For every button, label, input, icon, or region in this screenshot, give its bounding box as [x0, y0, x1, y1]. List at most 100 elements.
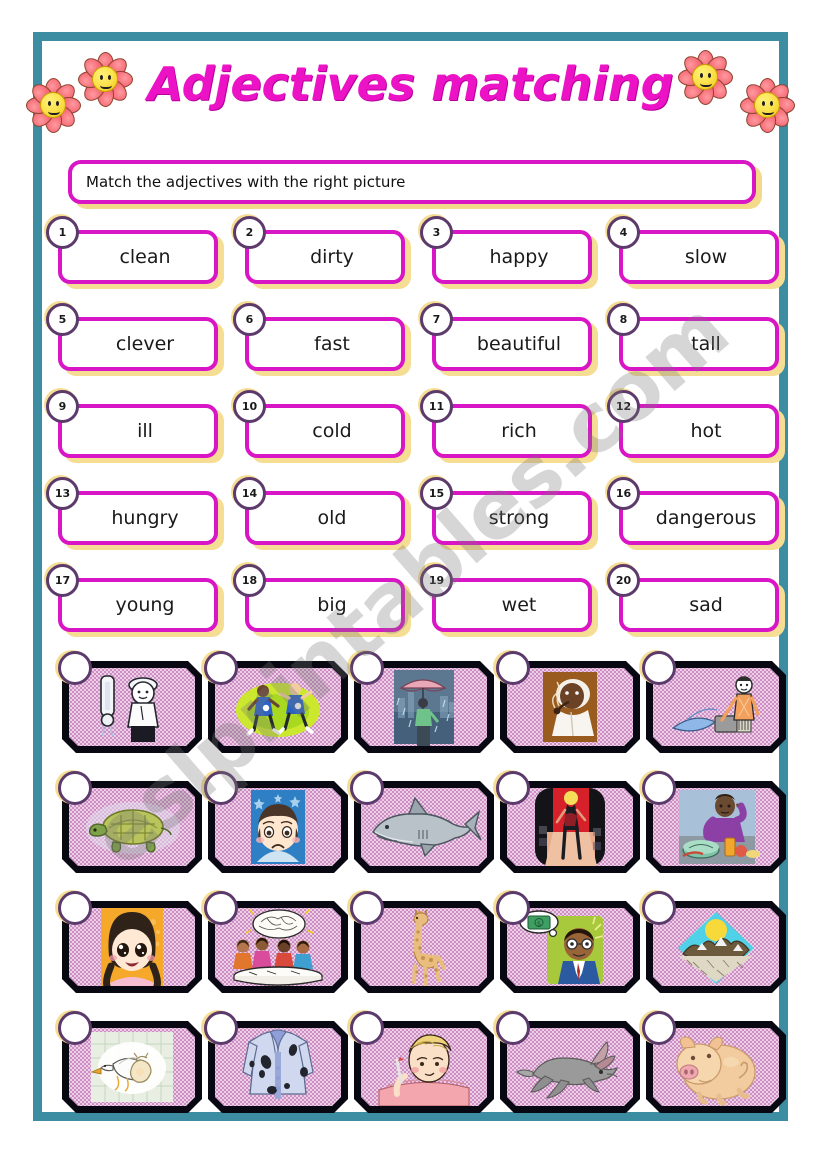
- word-card-wet[interactable]: wet 19: [420, 564, 598, 637]
- word-card-box[interactable]: slow: [619, 230, 779, 284]
- answer-circle[interactable]: [496, 771, 530, 805]
- word-card-rich[interactable]: rich 11: [420, 390, 598, 463]
- word-card-box[interactable]: happy: [432, 230, 592, 284]
- word-card-box[interactable]: wet: [432, 578, 592, 632]
- answer-circle[interactable]: [58, 891, 92, 925]
- rich-man-money-thought-icon: $: [519, 910, 604, 984]
- answer-circle[interactable]: [58, 1011, 92, 1045]
- picture-card[interactable]: [350, 771, 494, 875]
- picture-card[interactable]: [58, 651, 202, 755]
- word-card-big[interactable]: big 18: [233, 564, 411, 637]
- word-card-box[interactable]: sad: [619, 578, 779, 632]
- answer-circle[interactable]: [496, 891, 530, 925]
- answer-circle[interactable]: [350, 651, 384, 685]
- instruction-box: Match the adjectives with the right pict…: [68, 160, 756, 204]
- word-card-fast[interactable]: fast 6: [233, 303, 411, 376]
- instruction-bar: Match the adjectives with the right pict…: [68, 160, 762, 209]
- picture-card[interactable]: [58, 771, 202, 875]
- answer-circle[interactable]: [204, 891, 238, 925]
- answer-circle[interactable]: [204, 1011, 238, 1045]
- word-card-box[interactable]: hungry: [58, 491, 218, 545]
- word-card-sad[interactable]: sad 20: [607, 564, 785, 637]
- word-card-box[interactable]: big: [245, 578, 405, 632]
- picture-card[interactable]: [204, 771, 348, 875]
- word-card-clever[interactable]: clever 5: [46, 303, 224, 376]
- word-number-badge: 12: [607, 390, 640, 423]
- word-card-box[interactable]: rich: [432, 404, 592, 458]
- answer-circle[interactable]: [642, 651, 676, 685]
- flower-icon: [739, 77, 795, 133]
- word-card-dirty[interactable]: dirty 2: [233, 216, 411, 289]
- word-card-dangerous[interactable]: dangerous 16: [607, 477, 785, 550]
- answer-circle[interactable]: [642, 1011, 676, 1045]
- answer-circle[interactable]: [204, 651, 238, 685]
- brainstorm-meeting-icon: [233, 908, 323, 986]
- picture-card[interactable]: [58, 1011, 202, 1115]
- answer-circle[interactable]: [496, 1011, 530, 1045]
- word-card-slow[interactable]: slow 4: [607, 216, 785, 289]
- picture-card[interactable]: [642, 771, 786, 875]
- word-card-strong[interactable]: strong 15: [420, 477, 598, 550]
- answer-circle[interactable]: [58, 771, 92, 805]
- word-number-badge: 17: [46, 564, 79, 597]
- picture-card[interactable]: [58, 891, 202, 995]
- picture-card[interactable]: [350, 651, 494, 755]
- word-card-box[interactable]: old: [245, 491, 405, 545]
- answer-circle[interactable]: [350, 771, 384, 805]
- answer-circle[interactable]: [642, 771, 676, 805]
- picture-card-art-area: [507, 668, 633, 746]
- picture-card[interactable]: [350, 1011, 494, 1115]
- word-card-box[interactable]: clever: [58, 317, 218, 371]
- svg-text:$: $: [537, 920, 541, 928]
- word-card-box[interactable]: fast: [245, 317, 405, 371]
- word-number-badge: 13: [46, 477, 79, 510]
- picture-card[interactable]: [642, 891, 786, 995]
- picture-card[interactable]: [496, 1011, 640, 1115]
- word-card-young[interactable]: young 17: [46, 564, 224, 637]
- word-card-box[interactable]: ill: [58, 404, 218, 458]
- picture-card[interactable]: [204, 1011, 348, 1115]
- answer-circle[interactable]: [350, 1011, 384, 1045]
- word-label: rich: [501, 419, 537, 442]
- picture-card-grid: $: [58, 651, 786, 1133]
- picture-card[interactable]: [350, 891, 494, 995]
- answer-circle[interactable]: [204, 771, 238, 805]
- word-card-ill[interactable]: ill 9: [46, 390, 224, 463]
- picture-card-art-area: $: [507, 908, 633, 986]
- answer-circle[interactable]: [642, 891, 676, 925]
- picture-card[interactable]: [642, 651, 786, 755]
- word-card-box[interactable]: hot: [619, 404, 779, 458]
- word-card-box[interactable]: dirty: [245, 230, 405, 284]
- word-card-box[interactable]: strong: [432, 491, 592, 545]
- word-card-tall[interactable]: tall 8: [607, 303, 785, 376]
- word-card-clean[interactable]: clean 1: [46, 216, 224, 289]
- word-card-box[interactable]: tall: [619, 317, 779, 371]
- word-card-old[interactable]: old 14: [233, 477, 411, 550]
- picture-card[interactable]: [496, 651, 640, 755]
- answer-circle[interactable]: [58, 651, 92, 685]
- word-card-box[interactable]: clean: [58, 230, 218, 284]
- word-card-box[interactable]: beautiful: [432, 317, 592, 371]
- word-label: happy: [489, 245, 549, 268]
- picture-card[interactable]: [496, 771, 640, 875]
- word-card-hungry[interactable]: hungry 13: [46, 477, 224, 550]
- word-card-cold[interactable]: cold 10: [233, 390, 411, 463]
- picture-card[interactable]: [642, 1011, 786, 1115]
- word-card-hot[interactable]: hot 12: [607, 390, 785, 463]
- picture-card[interactable]: $: [496, 891, 640, 995]
- word-number-badge: 20: [607, 564, 640, 597]
- answer-circle[interactable]: [350, 891, 384, 925]
- answer-circle[interactable]: [496, 651, 530, 685]
- word-card-box[interactable]: cold: [245, 404, 405, 458]
- word-card-box[interactable]: young: [58, 578, 218, 632]
- picture-card-art-area: [69, 1028, 195, 1106]
- picture-card[interactable]: [204, 651, 348, 755]
- word-card-box[interactable]: dangerous: [619, 491, 779, 545]
- picture-card-art-area: [653, 908, 779, 986]
- picture-card[interactable]: [204, 891, 348, 995]
- word-card-beautiful[interactable]: beautiful 7: [420, 303, 598, 376]
- sick-person-in-bed-icon: [378, 1034, 470, 1106]
- word-label: young: [115, 593, 175, 616]
- dirty-stained-jacket-icon: [242, 1029, 314, 1100]
- word-card-happy[interactable]: happy 3: [420, 216, 598, 289]
